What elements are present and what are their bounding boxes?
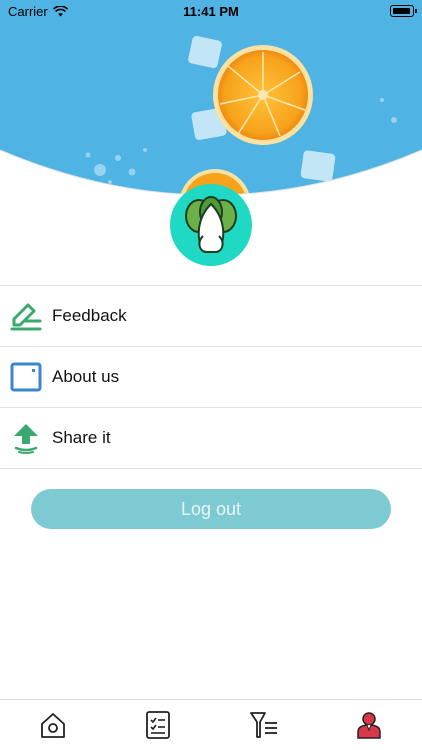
checklist-icon (146, 711, 171, 739)
tab-home[interactable] (23, 703, 83, 747)
settings-menu: Feedback About us Share it (0, 285, 422, 469)
header-banner-image (0, 0, 422, 200)
menu-item-share-it[interactable]: Share it (0, 408, 422, 469)
profile-icon (357, 712, 381, 739)
leaf-logo-icon (185, 196, 237, 253)
home-icon (40, 713, 65, 738)
menu-item-label: About us (52, 367, 120, 386)
tab-checklist[interactable] (128, 703, 188, 747)
menu-item-label: Share it (52, 428, 111, 447)
carrier-label: Carrier (8, 3, 48, 19)
tab-filter-list[interactable] (234, 703, 294, 747)
profile-screen: Carrier 11:41 PM Feedback About us Share… (0, 0, 422, 750)
tab-profile[interactable] (339, 703, 399, 747)
menu-item-label: Feedback (52, 306, 127, 325)
battery-icon (390, 5, 417, 17)
menu-item-about-us[interactable]: About us (0, 347, 422, 408)
bottom-tab-bar (0, 699, 422, 750)
menu-item-feedback[interactable]: Feedback (0, 286, 422, 347)
wifi-icon (52, 5, 68, 16)
feedback-pen-icon (10, 300, 42, 332)
status-bar: Carrier 11:41 PM (0, 0, 422, 22)
share-arrow-icon (10, 422, 42, 454)
about-window-icon (10, 361, 42, 393)
status-left: Carrier (8, 4, 68, 19)
filter-list-icon (249, 712, 277, 738)
app-logo-avatar (170, 184, 252, 266)
logout-button[interactable]: Log out (31, 489, 391, 529)
